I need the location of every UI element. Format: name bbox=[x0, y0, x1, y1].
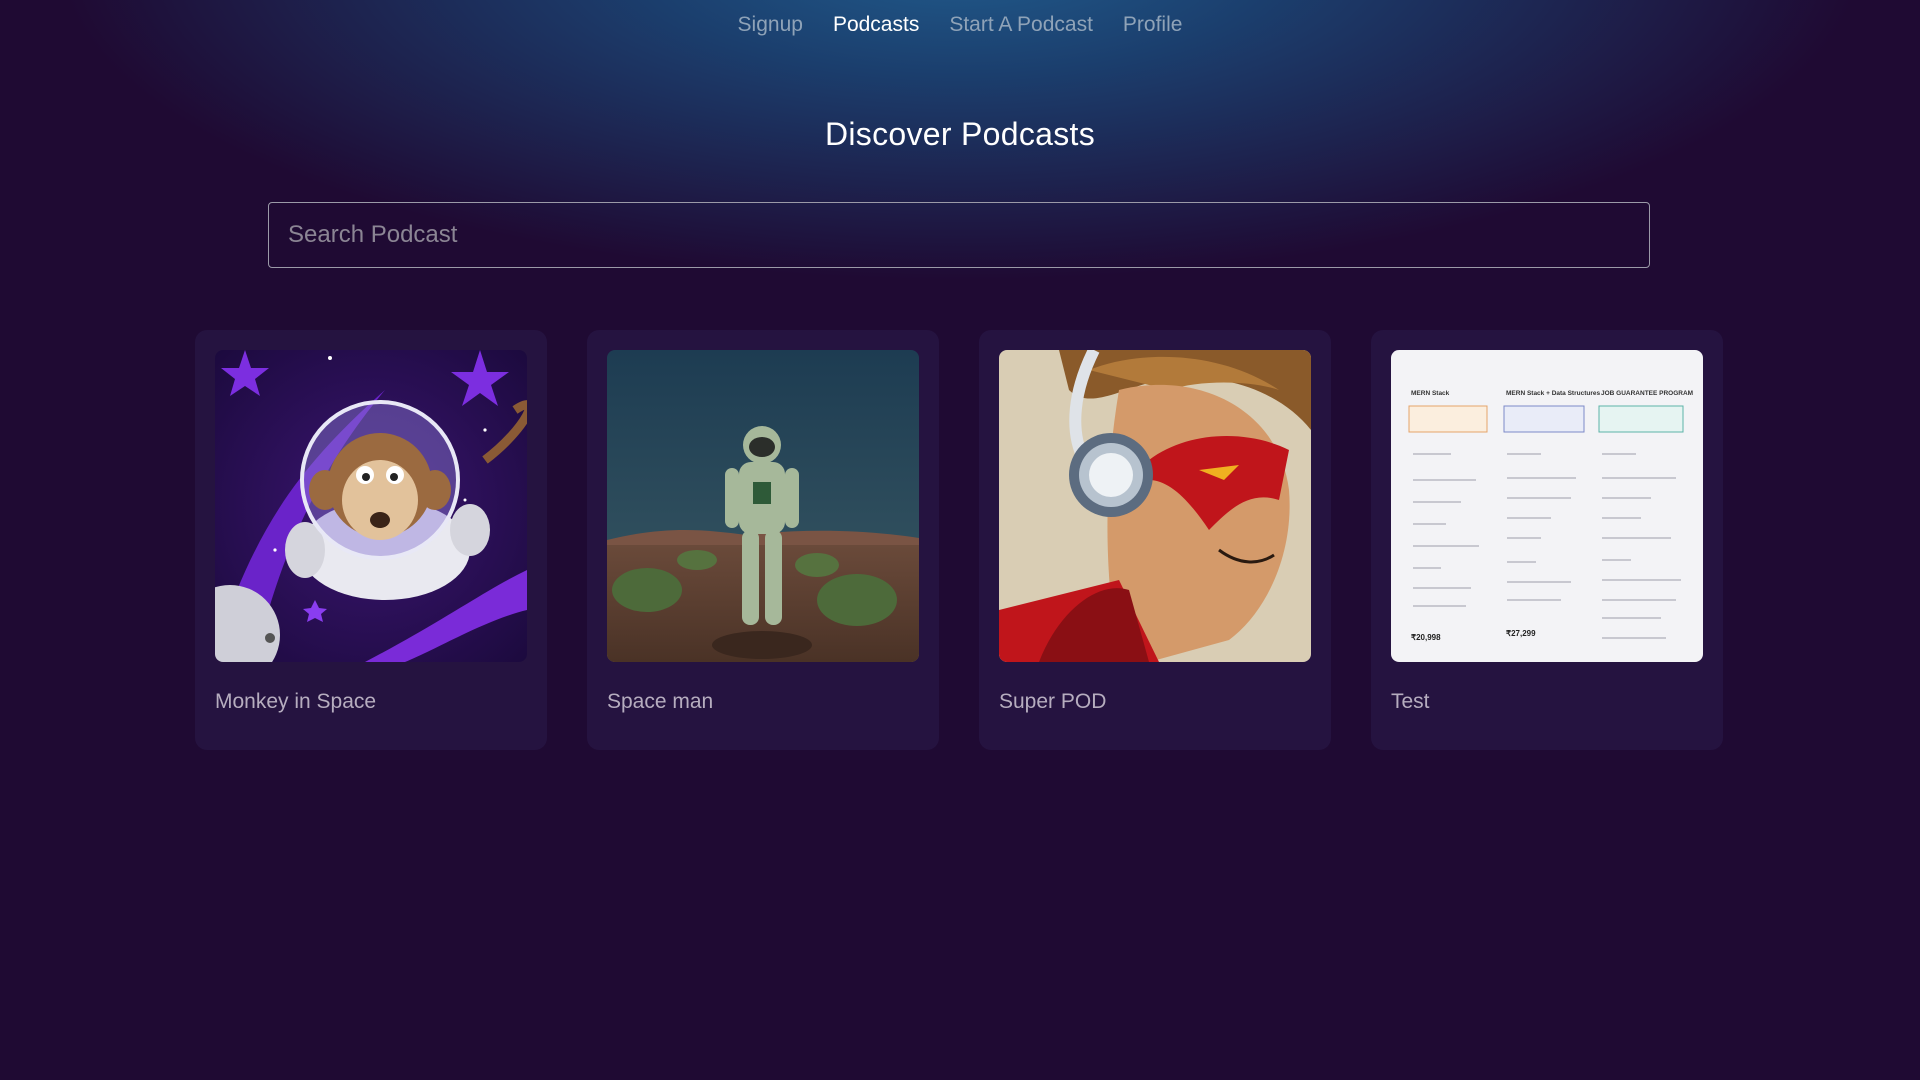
podcast-card-space-man[interactable]: Space man bbox=[587, 330, 939, 750]
podcast-title: Monkey in Space bbox=[215, 690, 377, 713]
plan-price-1: ₹20,998 bbox=[1411, 633, 1441, 642]
podcast-title: Test bbox=[1391, 690, 1430, 713]
plan-name-2: MERN Stack + Data Structures bbox=[1506, 390, 1600, 397]
podcast-card-test[interactable]: MERN Stack MERN Stack + Data Structures … bbox=[1371, 330, 1723, 750]
podcast-card-super-pod[interactable]: Super POD bbox=[979, 330, 1331, 750]
nav-link-profile[interactable]: Profile bbox=[1123, 13, 1183, 37]
nav-link-podcasts[interactable]: Podcasts bbox=[833, 13, 919, 37]
nav-link-start-a-podcast[interactable]: Start A Podcast bbox=[949, 13, 1093, 37]
page-title: Discover Podcasts bbox=[824, 116, 1096, 152]
podcast-title: Space man bbox=[607, 690, 714, 713]
podcast-title: Super POD bbox=[999, 690, 1107, 713]
plan-name-1: MERN Stack bbox=[1411, 390, 1450, 397]
astronaut-desert-artwork bbox=[607, 350, 919, 662]
podcast-grid: Monkey in Space Space man Super POD MERN… bbox=[195, 330, 1723, 750]
superhero-headphones-artwork bbox=[999, 350, 1311, 662]
top-nav: Signup Podcasts Start A Podcast Profile bbox=[0, 0, 1920, 50]
pricing-plans-screenshot: MERN Stack MERN Stack + Data Structures … bbox=[1391, 350, 1703, 662]
plan-name-3: JOB GUARANTEE PROGRAM bbox=[1601, 390, 1693, 397]
monkey-astronaut-artwork bbox=[215, 350, 527, 662]
podcast-card-monkey-in-space[interactable]: Monkey in Space bbox=[195, 330, 547, 750]
search-input[interactable] bbox=[268, 202, 1650, 268]
plan-price-2: ₹27,299 bbox=[1506, 629, 1536, 638]
app-page: Signup Podcasts Start A Podcast Profile … bbox=[0, 0, 1920, 1080]
nav-link-signup[interactable]: Signup bbox=[738, 13, 803, 37]
